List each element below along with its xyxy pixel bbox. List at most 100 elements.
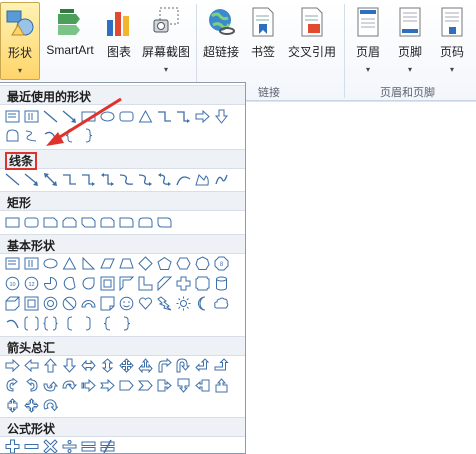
donut-icon[interactable]	[42, 295, 59, 312]
diamond-icon[interactable]	[137, 255, 154, 272]
arrow-line-icon[interactable]	[61, 108, 78, 125]
u-turn-arrow-icon[interactable]	[175, 357, 192, 374]
hexagon-icon[interactable]	[175, 255, 192, 272]
elbow-double-arrow-connector-icon[interactable]	[99, 171, 116, 188]
no-symbol-icon[interactable]	[61, 295, 78, 312]
striped-right-arrow-icon[interactable]	[80, 377, 97, 394]
elbow-arrow-connector-icon[interactable]	[80, 171, 97, 188]
left-right-arrow-icon[interactable]	[80, 357, 97, 374]
left-right-up-arrow-icon[interactable]	[137, 357, 154, 374]
oval-icon[interactable]	[42, 255, 59, 272]
parallelogram-icon[interactable]	[99, 255, 116, 272]
curved-right-arrow-icon[interactable]	[4, 377, 21, 394]
lightning-bolt-icon[interactable]	[156, 295, 173, 312]
plus-icon[interactable]	[4, 438, 21, 453]
rectangle-icon[interactable]	[80, 108, 97, 125]
up-down-arrow-callout-icon[interactable]	[4, 397, 21, 414]
cross-icon[interactable]	[175, 275, 192, 292]
hyperlink-button[interactable]: 超链接	[200, 2, 242, 80]
scribble-icon[interactable]	[213, 171, 230, 188]
line-icon[interactable]	[42, 108, 59, 125]
half-frame-icon[interactable]	[118, 275, 135, 292]
line-icon[interactable]	[4, 171, 21, 188]
elbow-arrow-connector-icon[interactable]	[175, 108, 192, 125]
chart-button[interactable]: 图表	[100, 2, 138, 80]
text-box-icon[interactable]	[4, 108, 21, 125]
curved-left-arrow-icon[interactable]	[23, 377, 40, 394]
block-arc-icon[interactable]	[80, 295, 97, 312]
left-brace-icon[interactable]	[99, 315, 116, 332]
bevel-icon[interactable]	[23, 295, 40, 312]
rounded-rectangle-icon[interactable]	[23, 214, 40, 231]
smartart-button[interactable]: SmartArt	[42, 2, 98, 80]
arrow-line-icon[interactable]	[23, 171, 40, 188]
snip-single-corner-rectangle-icon[interactable]	[42, 214, 59, 231]
right-arrow-icon[interactable]	[4, 357, 21, 374]
teardrop-icon[interactable]	[80, 275, 97, 292]
heptagon-icon[interactable]	[194, 255, 211, 272]
curved-arrow-connector-icon[interactable]	[137, 171, 154, 188]
sun-icon[interactable]	[175, 295, 192, 312]
page-number-button[interactable]: 页码 ▾	[432, 2, 472, 80]
snip-round-corner-rectangle-icon[interactable]	[99, 214, 116, 231]
bent-up-arrow-icon[interactable]	[213, 357, 230, 374]
quad-arrow-icon[interactable]	[118, 357, 135, 374]
right-brace-icon[interactable]	[80, 127, 97, 144]
curved-connector-icon[interactable]	[118, 171, 135, 188]
curved-down-arrow-icon[interactable]	[61, 377, 78, 394]
arc-icon[interactable]	[4, 315, 21, 332]
down-arrow-icon[interactable]	[213, 108, 230, 125]
round-diagonal-corner-rectangle-icon[interactable]	[156, 214, 173, 231]
can-icon[interactable]	[213, 275, 230, 292]
rounded-rectangle-icon[interactable]	[118, 108, 135, 125]
screenshot-button[interactable]: 屏幕截图 ▾	[138, 2, 194, 80]
left-arrow-icon[interactable]	[23, 357, 40, 374]
cube-icon[interactable]	[4, 295, 21, 312]
folded-corner-icon[interactable]	[99, 295, 116, 312]
right-arrow-callout-icon[interactable]	[156, 377, 173, 394]
shapes-button[interactable]: 形状 ▾	[0, 2, 40, 80]
divide-icon[interactable]	[61, 438, 78, 453]
vertical-text-box-icon[interactable]	[23, 255, 40, 272]
curve-icon[interactable]	[23, 127, 40, 144]
snip-diagonal-corner-rectangle-icon[interactable]	[80, 214, 97, 231]
triangle-icon[interactable]	[137, 108, 154, 125]
oval-icon[interactable]	[99, 108, 116, 125]
equal-icon[interactable]	[80, 438, 97, 453]
left-brace-icon[interactable]	[61, 127, 78, 144]
bookmark-button[interactable]: 书签	[244, 2, 282, 80]
decagon-icon[interactable]: 10	[4, 275, 21, 292]
up-down-arrow-icon[interactable]	[99, 357, 116, 374]
rectangle-icon[interactable]	[4, 214, 21, 231]
header-button[interactable]: 页眉 ▾	[348, 2, 388, 80]
flowchart-delay-icon[interactable]	[4, 127, 21, 144]
double-arrow-line-icon[interactable]	[42, 171, 59, 188]
cross-reference-button[interactable]: 交叉引用	[282, 2, 342, 80]
round-same-side-corner-rectangle-icon[interactable]	[137, 214, 154, 231]
curve-icon[interactable]	[175, 171, 192, 188]
double-bracket-icon[interactable]	[23, 315, 40, 332]
right-brace-icon[interactable]	[118, 315, 135, 332]
down-arrow-callout-icon[interactable]	[175, 377, 192, 394]
vertical-text-box-icon[interactable]	[23, 108, 40, 125]
bent-arrow-icon[interactable]	[156, 357, 173, 374]
round-single-corner-rectangle-icon[interactable]	[118, 214, 135, 231]
pie-icon[interactable]	[42, 275, 59, 292]
pentagon-icon[interactable]	[156, 255, 173, 272]
pentagon-arrow-icon[interactable]	[118, 377, 135, 394]
curved-double-arrow-connector-icon[interactable]	[156, 171, 173, 188]
heart-icon[interactable]	[137, 295, 154, 312]
octagon-icon[interactable]: 8	[213, 255, 230, 272]
not-equal-icon[interactable]	[99, 438, 116, 453]
chevron-icon[interactable]	[137, 377, 154, 394]
smiley-face-icon[interactable]	[118, 295, 135, 312]
moon-icon[interactable]	[194, 295, 211, 312]
left-up-arrow-icon[interactable]	[194, 357, 211, 374]
isosceles-triangle-icon[interactable]	[61, 255, 78, 272]
document-canvas[interactable]	[246, 102, 476, 454]
left-arrow-callout-icon[interactable]	[194, 377, 211, 394]
left-bracket-icon[interactable]	[61, 315, 78, 332]
right-triangle-icon[interactable]	[80, 255, 97, 272]
arc-icon[interactable]	[42, 127, 59, 144]
curved-up-arrow-icon[interactable]	[42, 377, 59, 394]
